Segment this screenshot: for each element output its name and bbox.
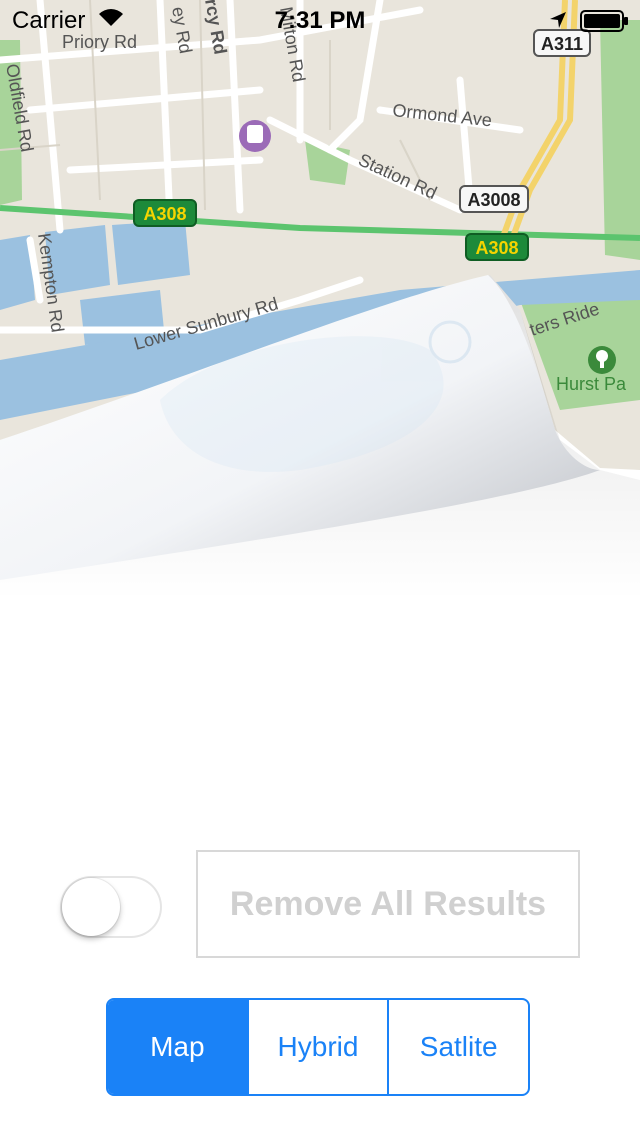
segment-hybrid[interactable]: Hybrid bbox=[246, 1000, 388, 1094]
clock-label: 7:31 PM bbox=[274, 7, 366, 34]
toggle-knob bbox=[62, 878, 120, 936]
remove-all-results-button[interactable]: Remove All Results bbox=[196, 850, 580, 958]
map-type-segmented-control: Map Hybrid Satlite bbox=[106, 998, 530, 1096]
location-arrow-icon bbox=[550, 12, 566, 28]
shield-a308-right: A308 bbox=[475, 238, 518, 258]
battery-icon bbox=[580, 10, 628, 32]
segment-map[interactable]: Map bbox=[108, 1000, 247, 1094]
park-tree-icon bbox=[588, 346, 616, 374]
shield-a3008: A3008 bbox=[467, 190, 520, 210]
map-label-hurst-park: Hurst Pa bbox=[556, 374, 627, 394]
map-view[interactable]: Priory Rd Oldfield Rd Milton Rd Ormond A… bbox=[0, 0, 640, 600]
results-toggle-switch[interactable] bbox=[60, 876, 162, 938]
status-bar: Carrier 7:31 PM bbox=[0, 0, 640, 40]
shield-a308-left: A308 bbox=[143, 204, 186, 224]
segment-satellite[interactable]: Satlite bbox=[387, 1000, 528, 1094]
